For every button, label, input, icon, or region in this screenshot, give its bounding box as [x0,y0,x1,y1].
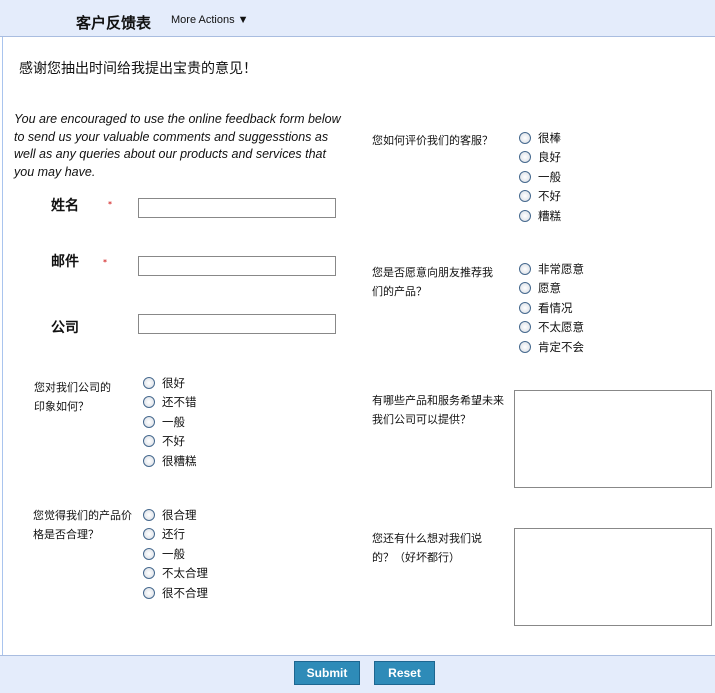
radio-button[interactable] [143,396,155,409]
name-label: 姓名 [51,198,79,214]
page-title: 客户反馈表 [76,14,152,32]
other-question: 您还有什么想对我们说的？（好坏都行） [372,532,482,564]
recommend-option[interactable]: 肯定不会 [519,338,584,356]
radio-button[interactable] [143,547,155,560]
recommend-option[interactable]: 愿意 [519,279,561,297]
option-label: 愿意 [538,281,561,296]
name-input[interactable] [138,198,336,218]
submit-button[interactable]: Submit [294,661,360,685]
radio-button[interactable] [143,454,155,467]
radio-button[interactable] [143,509,155,521]
option-label: 还不错 [162,395,197,410]
radio-button[interactable] [143,567,155,580]
option-label: 很棒 [538,131,561,145]
intro-text: You are encouraged to use the online fee… [14,112,341,179]
service-question: 您如何评价我们的客服？ [372,134,493,147]
option-label: 良好 [538,150,561,165]
option-label: 还行 [162,527,185,542]
radio-button[interactable] [519,340,531,353]
service-option[interactable]: 糟糕 [519,207,561,225]
option-label: 一般 [538,169,561,184]
option-label: 肯定不会 [538,339,584,354]
recommend-option[interactable]: 看情况 [519,299,573,317]
recommend-option[interactable]: 不太愿意 [519,318,584,336]
impression-option[interactable]: 还不错 [143,393,197,411]
service-option[interactable]: 良好 [519,148,561,166]
required-mark: * [108,200,112,209]
radio-button[interactable] [143,435,155,448]
radio-button[interactable] [519,282,531,295]
option-label: 很好 [162,376,185,390]
option-label: 一般 [162,414,185,429]
option-label: 很合理 [162,508,197,522]
thanks-message: 感谢您抽出时间给我提出宝贵的意见！ [19,61,257,77]
impression-question: 您对我们公司的印象如何？ [34,381,111,413]
left-border [2,37,3,655]
email-label: 邮件 [51,254,79,270]
option-label: 不太合理 [162,566,208,581]
price-option[interactable]: 很合理 [143,506,197,524]
company-input[interactable] [138,314,336,334]
radio-button[interactable] [519,190,531,203]
required-mark: * [103,258,107,267]
option-label: 一般 [162,546,185,561]
price-option[interactable]: 还行 [143,525,185,543]
radio-button[interactable] [519,301,531,314]
company-label: 公司 [51,320,79,336]
more-actions-menu[interactable]: More Actions ▼ [171,14,249,26]
radio-button[interactable] [519,132,531,144]
radio-button[interactable] [519,151,531,164]
service-option[interactable]: 不好 [519,187,561,205]
radio-button[interactable] [143,586,155,599]
radio-button[interactable] [143,415,155,428]
option-label: 不太愿意 [538,320,584,335]
radio-button[interactable] [519,209,531,222]
radio-button[interactable] [143,528,155,541]
option-label: 糟糕 [538,208,561,223]
other-textarea[interactable] [514,528,712,626]
impression-option[interactable]: 不好 [143,432,185,450]
price-option[interactable]: 很不合理 [143,584,208,602]
option-label: 很糟糕 [162,453,197,468]
option-label: 非常愿意 [538,262,584,276]
impression-option[interactable]: 很糟糕 [143,452,197,470]
price-option[interactable]: 一般 [143,545,185,563]
impression-option[interactable]: 一般 [143,413,185,431]
future-textarea[interactable] [514,390,712,488]
service-option[interactable]: 一般 [519,168,561,186]
radio-button[interactable] [519,321,531,334]
option-label: 不好 [162,434,185,449]
option-label: 很不合理 [162,585,208,600]
radio-button[interactable] [519,263,531,275]
recommend-question: 您是否愿意向朋友推荐我们的产品？ [372,266,493,298]
reset-button[interactable]: Reset [374,661,435,685]
future-question: 有哪些产品和服务希望未来我们公司可以提供？ [372,394,504,426]
radio-button[interactable] [143,377,155,389]
radio-button[interactable] [519,170,531,183]
impression-option[interactable]: 很好 [143,374,185,392]
email-input[interactable] [138,256,336,276]
option-label: 看情况 [538,300,573,315]
option-label: 不好 [538,189,561,204]
price-option[interactable]: 不太合理 [143,564,208,582]
price-question: 您觉得我们的产品价格是否合理？ [33,509,132,541]
recommend-option[interactable]: 非常愿意 [519,260,584,278]
service-option[interactable]: 很棒 [519,129,561,147]
